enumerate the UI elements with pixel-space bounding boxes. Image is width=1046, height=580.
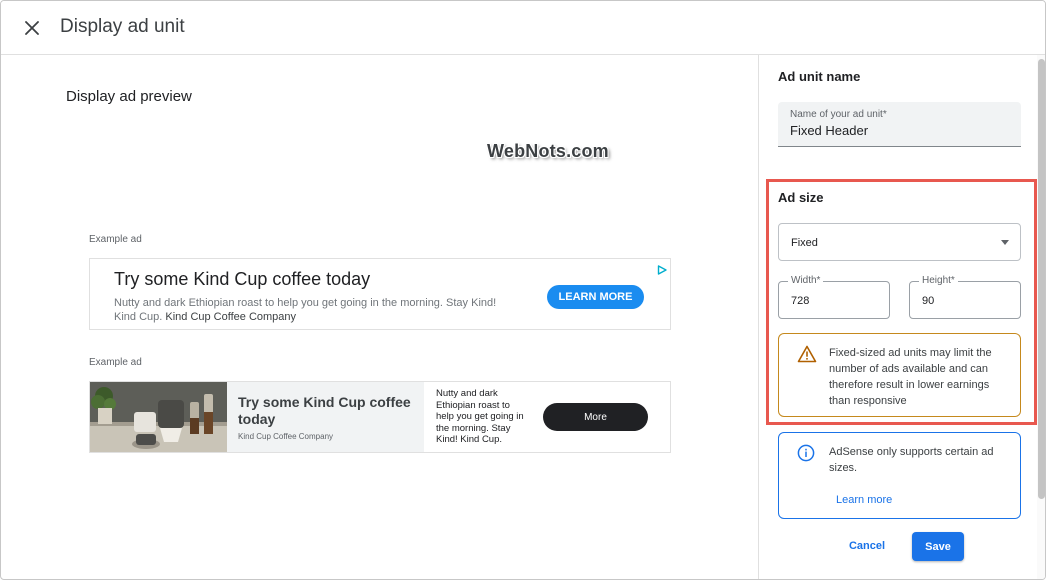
ad-description: Nutty and dark Ethiopian roast to help y…: [436, 388, 524, 445]
height-label: Height*: [919, 275, 958, 286]
close-icon: [25, 21, 39, 35]
watermark-logo: WebNots.com: [487, 141, 609, 161]
ad-headline: Try some Kind Cup coffee today: [114, 269, 371, 289]
info-text: AdSense only supports certain ad sizes.: [829, 446, 994, 474]
coffee-product-image: [90, 382, 227, 452]
warning-text: Fixed-sized ad units may limit the numbe…: [829, 347, 992, 407]
ad-size-info: AdSense only supports certain ad sizes. …: [778, 432, 1021, 519]
dialog-title: Display ad unit: [60, 16, 185, 37]
scrollbar-thumb[interactable]: [1038, 59, 1045, 499]
ad-unit-name-label: Name of your ad unit*: [790, 109, 887, 120]
example-ad-label: Example ad: [89, 234, 142, 245]
ad-size-select-value: Fixed: [791, 237, 818, 249]
ad-unit-name-input[interactable]: Name of your ad unit* Fixed Header: [778, 102, 1021, 147]
ad-headline: Try some Kind Cup coffee today: [238, 394, 411, 427]
close-button[interactable]: [19, 15, 45, 41]
ad-description-block: Nutty and dark Ethiopian roast to help y…: [424, 382, 670, 452]
ad-size-select[interactable]: Fixed: [778, 223, 1021, 261]
ad-unit-name-heading: Ad unit name: [778, 69, 861, 84]
adchoices-icon: [657, 262, 667, 280]
preview-title: Display ad preview: [66, 88, 192, 105]
dropdown-caret-icon: [1001, 240, 1009, 245]
info-icon: [797, 444, 815, 467]
width-label: Width*: [788, 275, 824, 286]
more-ad-button[interactable]: More: [543, 403, 648, 431]
width-input[interactable]: Width* 728: [778, 275, 890, 319]
example-ad-image-banner: Try some Kind Cup coffee today Kind Cup …: [89, 381, 671, 453]
ad-unit-name-value: Fixed Header: [790, 123, 869, 138]
fixed-size-warning: Fixed-sized ad units may limit the numbe…: [778, 333, 1021, 417]
ad-size-heading: Ad size: [778, 190, 824, 205]
ad-text-block: Try some Kind Cup coffee today Kind Cup …: [227, 382, 424, 452]
ad-description: Nutty and dark Ethiopian roast to help y…: [114, 296, 514, 324]
height-value: 90: [922, 295, 935, 307]
warning-icon: [797, 345, 817, 368]
width-value: 728: [791, 295, 810, 307]
dialog-header: Display ad unit: [1, 1, 1045, 55]
ad-company: Kind Cup Coffee Company: [238, 432, 334, 441]
learn-more-link[interactable]: Learn more: [836, 494, 892, 506]
example-ad-label: Example ad: [89, 357, 142, 368]
learn-more-ad-button[interactable]: LEARN MORE: [547, 285, 644, 309]
height-input[interactable]: Height* 90: [909, 275, 1021, 319]
save-button[interactable]: Save: [912, 532, 964, 561]
cancel-button[interactable]: Cancel: [840, 532, 894, 560]
example-ad-banner: Try some Kind Cup coffee today Nutty and…: [89, 258, 671, 330]
dialog-frame: Display ad unit Display ad preview WebNo…: [0, 0, 1046, 580]
ad-preview-area: Display ad preview WebNots.com Example a…: [1, 55, 758, 579]
ad-company: Kind Cup Coffee Company: [165, 311, 297, 323]
settings-panel: Ad unit name Name of your ad unit* Fixed…: [758, 55, 1045, 579]
